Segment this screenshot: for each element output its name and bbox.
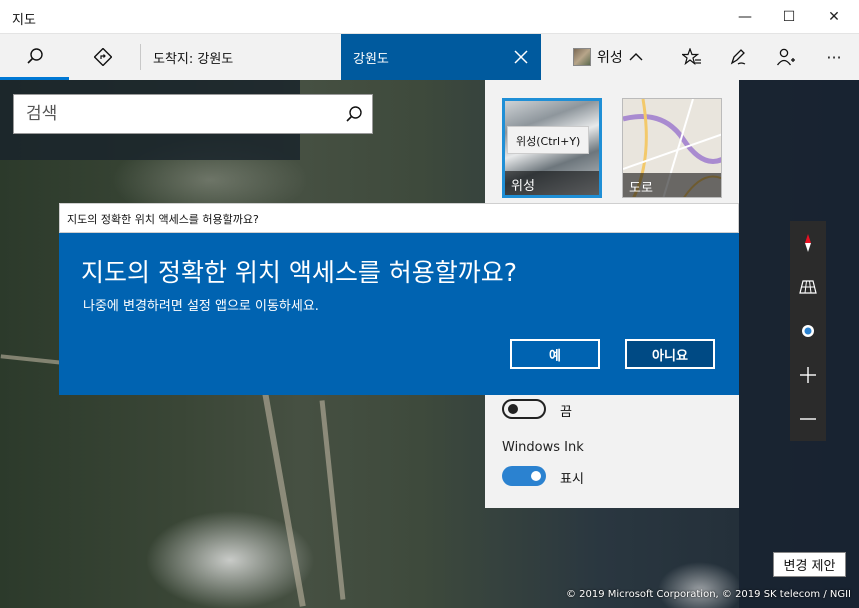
windows-ink-toggle[interactable] <box>502 466 546 486</box>
close-icon: ✕ <box>828 9 840 25</box>
suggest-edit-button[interactable]: 변경 제안 <box>773 552 846 577</box>
windows-ink-toggle-label: 표시 <box>560 472 584 487</box>
tab-close-button[interactable] <box>509 45 533 69</box>
window-title: 지도 <box>12 13 36 28</box>
close-window-button[interactable]: ✕ <box>812 0 856 34</box>
map-road <box>319 400 346 600</box>
map-copyright: © 2019 Microsoft Corporation, © 2019 SK … <box>565 589 851 600</box>
plus-icon <box>800 367 816 383</box>
compass-button[interactable] <box>790 225 826 261</box>
tilt-button[interactable] <box>790 269 826 305</box>
more-options-button[interactable]: ··· <box>812 34 856 80</box>
minimize-button[interactable]: — <box>723 0 767 34</box>
close-icon <box>514 50 528 64</box>
search-icon <box>346 106 362 122</box>
chevron-up-icon <box>629 53 643 61</box>
search-input[interactable] <box>14 95 334 133</box>
minimize-icon: — <box>738 9 752 25</box>
add-person-icon <box>776 48 795 66</box>
search-tab-button[interactable] <box>0 34 69 80</box>
pen-icon <box>730 49 746 65</box>
location-permission-dialog: 지도의 정확한 위치 액세스를 허용할까요? 나중에 변경하려면 설정 앱으로 … <box>59 233 739 395</box>
toolbar-divider <box>140 44 141 70</box>
yes-button[interactable]: 예 <box>510 339 600 369</box>
map-road <box>260 381 306 607</box>
satellite-label: 위성 <box>505 171 599 195</box>
maximize-icon: ☐ <box>782 9 796 25</box>
dialog-title-bar: 지도의 정확한 위치 액세스를 허용할까요? <box>59 203 739 233</box>
tilt-grid-icon <box>799 280 817 294</box>
map-style-label: 위성 <box>597 50 623 66</box>
traffic-toggle[interactable] <box>502 399 546 419</box>
map-style-button[interactable]: 위성 <box>573 46 643 68</box>
location-dot-icon <box>802 325 814 337</box>
satellite-thumbnail-icon <box>573 48 591 66</box>
favorites-list-icon <box>682 48 701 66</box>
my-location-button[interactable] <box>790 313 826 349</box>
title-bar: 지도 — ☐ ✕ <box>0 0 859 34</box>
road-label: 도로 <box>623 173 721 197</box>
maximize-button[interactable]: ☐ <box>767 0 811 34</box>
no-button[interactable]: 아니요 <box>625 339 715 369</box>
map-controls <box>790 221 826 441</box>
search-box <box>13 94 373 134</box>
directions-icon <box>94 48 112 66</box>
toggle-knob <box>508 404 518 414</box>
favorites-button[interactable] <box>672 34 712 80</box>
account-button[interactable] <box>766 34 806 80</box>
toggle-knob <box>531 471 541 481</box>
search-submit-button[interactable] <box>342 102 366 126</box>
minus-icon <box>800 418 816 420</box>
tab-label: 강원도 <box>353 52 389 67</box>
tab-gangwon[interactable]: 강원도 <box>341 34 541 80</box>
zoom-in-button[interactable] <box>790 357 826 393</box>
satellite-tooltip: 위성(Ctrl+Y) <box>507 126 590 154</box>
more-icon: ··· <box>826 47 842 67</box>
directions-button[interactable] <box>69 34 137 80</box>
traffic-toggle-label: 끔 <box>560 405 572 420</box>
dialog-message: 나중에 변경하려면 설정 앱으로 이동하세요. <box>83 299 319 314</box>
destination-breadcrumb[interactable]: 도착지: 강원도 <box>153 48 233 67</box>
compass-icon <box>805 234 811 252</box>
road-style-option[interactable]: 도로 <box>622 98 722 198</box>
zoom-out-button[interactable] <box>790 401 826 437</box>
search-icon <box>26 47 43 64</box>
dialog-heading: 지도의 정확한 위치 액세스를 허용할까요? <box>81 258 518 287</box>
toolbar: 도착지: 강원도 강원도 위성 ··· <box>0 34 859 80</box>
ink-button[interactable] <box>718 34 758 80</box>
windows-ink-title: Windows Ink <box>502 440 584 455</box>
